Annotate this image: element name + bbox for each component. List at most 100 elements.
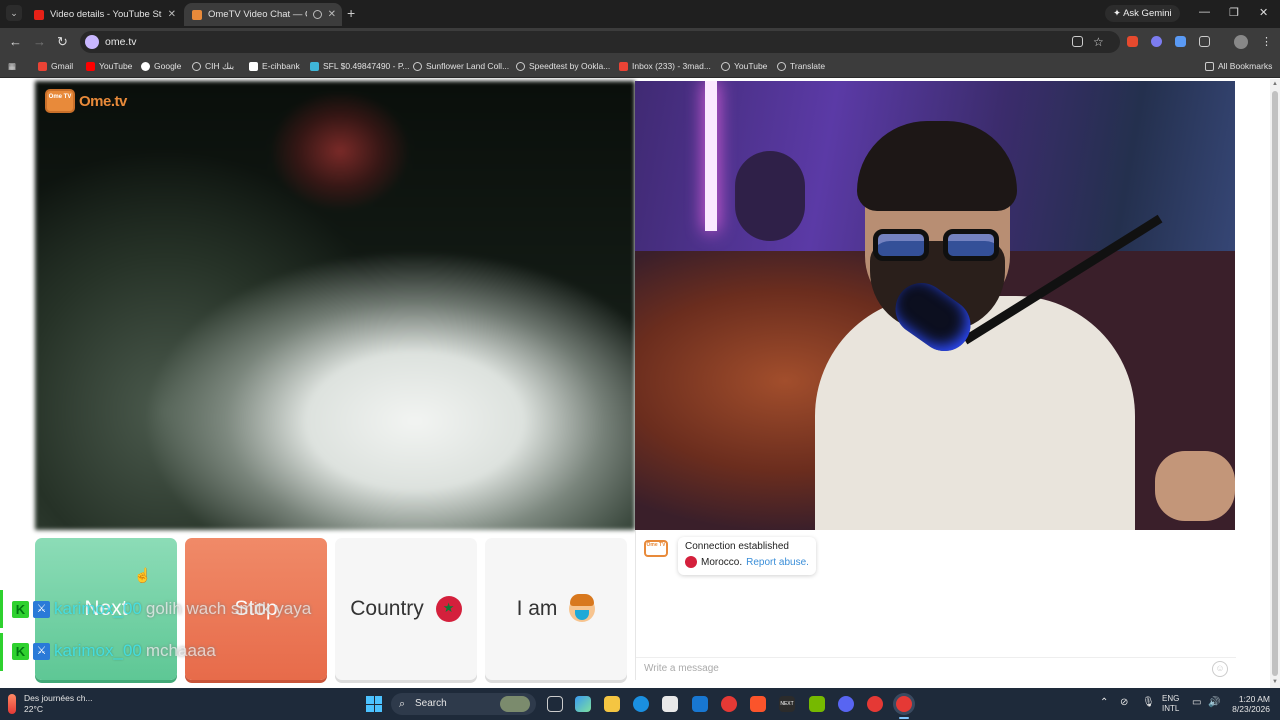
neon-light bbox=[705, 81, 717, 231]
task-view-icon[interactable] bbox=[547, 696, 563, 712]
bookmark-speedtest[interactable]: Speedtest by Ookla... bbox=[516, 61, 610, 71]
hand-cursor-icon: ☝ bbox=[134, 567, 152, 583]
windows-taskbar: Des journées ch... 22°C ⌕ Search NEXT ⌃ … bbox=[0, 688, 1280, 720]
boy-avatar-icon bbox=[569, 594, 596, 622]
minimize-icon[interactable]: — bbox=[1199, 6, 1210, 18]
recording-indicator-icon bbox=[312, 10, 322, 19]
tab-youtube-studio[interactable]: Video details - YouTube Studio ✕ bbox=[26, 3, 182, 26]
chat-panel: Ome TV Connection established Morocco. R… bbox=[635, 530, 1236, 680]
next-app-icon[interactable]: NEXT bbox=[779, 696, 795, 712]
page-scrollbar[interactable]: ▲ ▼ bbox=[1270, 79, 1280, 688]
tab-search-icon[interactable]: ⌄ bbox=[6, 5, 22, 21]
gmail-icon bbox=[38, 61, 47, 71]
microphone-icon[interactable]: 🎙 bbox=[1142, 697, 1155, 708]
outlook-icon[interactable] bbox=[692, 696, 708, 712]
extension-icon[interactable] bbox=[1175, 36, 1186, 47]
back-icon[interactable]: ← bbox=[9, 34, 22, 49]
bookmark-cih[interactable]: CIH بنك bbox=[192, 61, 234, 72]
chrome-active-icon[interactable] bbox=[896, 696, 912, 712]
site-info-icon[interactable] bbox=[85, 35, 99, 49]
chat-username: karimox_00 bbox=[54, 641, 142, 660]
restore-icon[interactable]: ❐ bbox=[1229, 6, 1239, 19]
country-filter-button[interactable]: Country bbox=[335, 538, 477, 680]
install-app-icon[interactable] bbox=[1072, 36, 1083, 47]
bookmark-label: Translate bbox=[790, 61, 826, 71]
message-input[interactable]: Write a message ☺ bbox=[636, 657, 1236, 679]
chat-message: mchaaaa bbox=[145, 641, 216, 660]
bookmark-label: Speedtest by Ookla... bbox=[529, 61, 611, 71]
active-app-indicator bbox=[899, 717, 909, 719]
network-off-icon[interactable]: ⊘ bbox=[1120, 697, 1128, 708]
scrollbar-thumb[interactable] bbox=[1272, 91, 1278, 676]
scroll-down-icon[interactable]: ▼ bbox=[1272, 679, 1278, 685]
new-tab-icon[interactable]: + bbox=[347, 5, 355, 21]
extension-icon[interactable] bbox=[1127, 36, 1138, 47]
globe-icon bbox=[721, 61, 730, 71]
bookmark-translate[interactable]: Translate bbox=[777, 61, 825, 71]
brave-icon[interactable] bbox=[750, 696, 766, 712]
all-bookmarks-label: All Bookmarks bbox=[1218, 61, 1273, 71]
ometv-page: Ome TV Ome.tv Next Stop Country I am ☝ O… bbox=[0, 79, 1270, 688]
bookmark-gmail[interactable]: Gmail bbox=[38, 61, 73, 71]
chrome-profile-icon[interactable] bbox=[867, 696, 883, 712]
bookmark-sunflower[interactable]: Sunflower Land Coll... bbox=[413, 61, 509, 71]
language-indicator[interactable]: ENG INTL bbox=[1162, 694, 1179, 714]
extension-icon[interactable] bbox=[1151, 36, 1162, 47]
speaker-icon[interactable]: 🔊 bbox=[1208, 697, 1220, 708]
ometv-chat-logo-icon: Ome TV bbox=[644, 540, 668, 557]
overlay-accent-bar bbox=[0, 633, 3, 671]
reload-icon[interactable]: ↻ bbox=[57, 34, 68, 50]
bookmark-label: Gmail bbox=[51, 61, 74, 71]
bookmark-star-icon[interactable]: ☆ bbox=[1093, 35, 1104, 49]
menu-kebab-icon[interactable]: ⋮ bbox=[1261, 35, 1272, 48]
close-window-icon[interactable]: ✕ bbox=[1259, 6, 1268, 19]
windows-start-icon[interactable] bbox=[366, 696, 382, 712]
bookmark-inbox[interactable]: Inbox (233) - 3mad... bbox=[619, 61, 711, 71]
browser-toolbar: ← → ↻ ome.tv ☆ ⋮ bbox=[0, 28, 1280, 56]
copilot-icon[interactable] bbox=[575, 696, 591, 712]
language-top: ENG bbox=[1162, 694, 1180, 703]
store-icon[interactable] bbox=[662, 696, 678, 712]
edge-icon[interactable] bbox=[633, 696, 649, 712]
ometv-logo-text: Ome.tv bbox=[79, 92, 127, 110]
discord-icon[interactable] bbox=[838, 696, 854, 712]
forward-icon[interactable]: → bbox=[33, 34, 46, 49]
bookmark-youtube[interactable]: YouTube bbox=[86, 61, 132, 71]
message-input-placeholder: Write a message bbox=[644, 663, 719, 674]
profile-avatar[interactable] bbox=[1234, 35, 1248, 49]
file-explorer-icon[interactable] bbox=[604, 696, 620, 712]
clock[interactable]: 1:20 AM 8/23/2026 bbox=[1228, 694, 1270, 714]
apps-grid-icon[interactable]: ▦ bbox=[8, 61, 16, 72]
chrome-icon[interactable] bbox=[721, 696, 737, 712]
address-bar[interactable]: ome.tv bbox=[80, 31, 1120, 53]
i-am-label: I am bbox=[516, 597, 558, 620]
close-tab-icon[interactable]: ✕ bbox=[168, 9, 176, 20]
weather-widget[interactable]: Des journées ch... 22°C bbox=[8, 693, 93, 715]
all-bookmarks-button[interactable]: All Bookmarks bbox=[1205, 61, 1272, 71]
scroll-up-icon[interactable]: ▲ bbox=[1272, 81, 1278, 87]
display-icon[interactable]: ▭ bbox=[1192, 697, 1201, 708]
gender-select-button[interactable]: I am bbox=[485, 538, 627, 680]
extensions-puzzle-icon[interactable] bbox=[1199, 36, 1210, 47]
tray-chevron-icon[interactable]: ⌃ bbox=[1100, 697, 1108, 708]
bookmark-youtube-2[interactable]: YouTube bbox=[721, 61, 767, 71]
clock-time: 1:20 AM bbox=[1238, 694, 1270, 704]
ask-gemini-button[interactable]: ✦ Ask Gemini bbox=[1105, 5, 1180, 22]
ecihbank-icon bbox=[249, 61, 258, 71]
bookmark-label: YouTube bbox=[99, 61, 133, 71]
nvidia-icon[interactable] bbox=[809, 696, 825, 712]
bookmark-sfl[interactable]: SFL $0.49847490 - P... bbox=[310, 61, 409, 71]
tab-ometv[interactable]: OmeTV Video Chat — Ome ✕ bbox=[184, 3, 342, 26]
bookmark-google[interactable]: Google bbox=[141, 61, 181, 71]
bookmark-ecihbank[interactable]: E-cihbank bbox=[249, 61, 300, 71]
tab-title: OmeTV Video Chat — Ome bbox=[208, 9, 307, 20]
close-tab-icon[interactable]: ✕ bbox=[328, 9, 336, 20]
taskbar-search[interactable]: ⌕ Search bbox=[391, 693, 536, 715]
report-abuse-link[interactable]: Report abuse. bbox=[746, 557, 809, 568]
weather-title: Des journées ch... bbox=[24, 693, 93, 703]
search-highlight-icon bbox=[500, 696, 530, 712]
kick-icon: K bbox=[12, 642, 29, 660]
person-hair bbox=[857, 121, 1017, 211]
emoji-icon[interactable]: ☺ bbox=[1212, 661, 1228, 677]
local-webcam-video bbox=[635, 81, 1235, 530]
